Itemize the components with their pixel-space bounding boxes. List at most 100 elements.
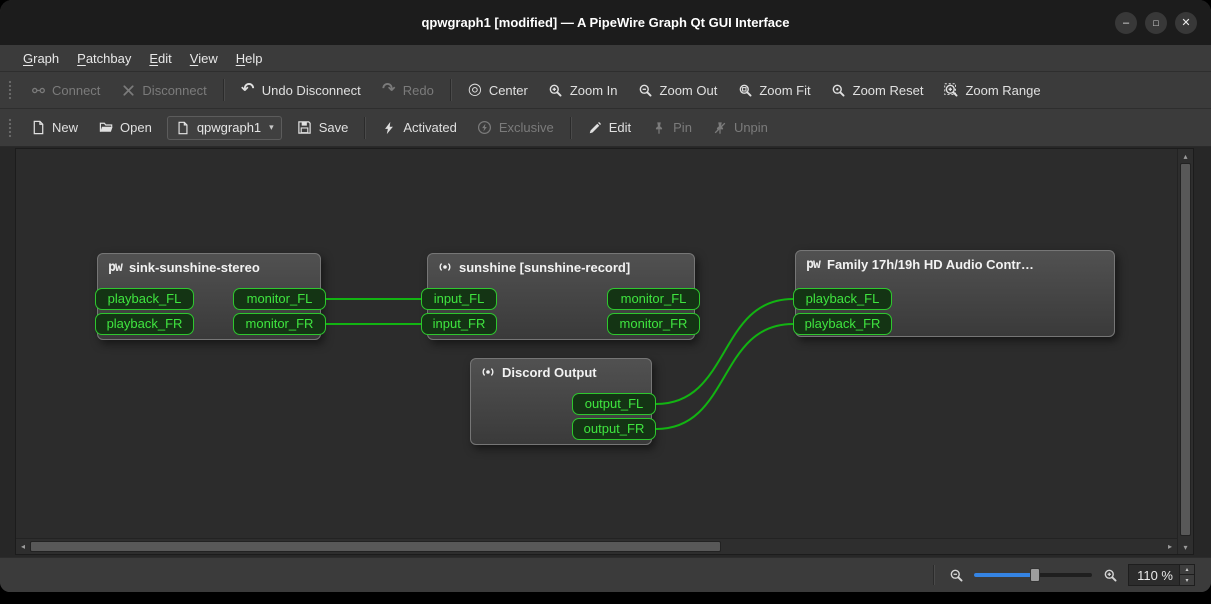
zoom-in-icon: [548, 82, 564, 98]
patchbay-file-icon: [175, 120, 191, 136]
zoom-reset-button[interactable]: Zoom Reset: [822, 77, 933, 103]
zoom-in-icon[interactable]: [1102, 567, 1118, 583]
toolbar-separator: [449, 79, 451, 101]
vertical-scrollbar-track[interactable]: [1178, 163, 1193, 540]
maximize-button[interactable]: □: [1145, 11, 1167, 34]
port-playback-fr[interactable]: playback_FR: [95, 313, 194, 335]
close-button[interactable]: ✕: [1175, 11, 1197, 34]
edit-icon: [587, 120, 603, 136]
toolbar-button-label: Exclusive: [498, 120, 554, 135]
scroll-down-arrow-icon[interactable]: ▾: [1178, 540, 1193, 554]
spin-arrows: ▴ ▾: [1179, 565, 1194, 585]
connect-button[interactable]: Connect: [21, 77, 109, 103]
zoom-slider-handle[interactable]: [1030, 568, 1041, 582]
zoom-in-button[interactable]: Zoom In: [539, 77, 627, 103]
toolbar-separator: [364, 116, 366, 139]
save-icon: [297, 120, 313, 136]
zoom-fit-button[interactable]: Zoom Fit: [728, 77, 819, 103]
port-monitor-fl[interactable]: monitor_FL: [607, 288, 700, 310]
exclusive-button[interactable]: Exclusive: [468, 115, 563, 141]
pin-icon: [651, 120, 667, 136]
connection-edge[interactable]: [655, 323, 794, 430]
window-controls: – □ ✕: [1115, 11, 1197, 34]
graph-canvas[interactable]: pw sink-sunshine-stereo sunshine [sunshine…: [16, 149, 1177, 538]
scroll-right-arrow-icon[interactable]: ▸: [1163, 539, 1177, 554]
disconnect-button[interactable]: Disconnect: [111, 77, 215, 103]
toolbar-drag-handle[interactable]: [8, 80, 13, 100]
port-monitor-fr[interactable]: monitor_FR: [233, 313, 326, 335]
toolbar-button-label: Zoom Out: [659, 82, 718, 98]
menu-view[interactable]: View: [181, 48, 227, 69]
new-button[interactable]: New: [21, 115, 87, 141]
save-button[interactable]: Save: [288, 115, 358, 141]
undo-icon: ↶: [241, 81, 255, 98]
title-bar[interactable]: qpwgraph1 [modified] — A PipeWire Graph …: [0, 0, 1211, 45]
file-toolbar: New Open qpwgraph1 ▾ Save Activated Exclusive E…: [0, 109, 1211, 147]
scroll-left-arrow-icon[interactable]: ◂: [16, 539, 30, 554]
port-input-fl[interactable]: input_FL: [421, 288, 497, 310]
zoom-out-button[interactable]: Zoom Out: [629, 77, 727, 103]
toolbar-drag-handle[interactable]: [8, 117, 13, 138]
unpin-button[interactable]: Unpin: [703, 115, 777, 141]
toolbar-button-label: New: [52, 120, 79, 135]
redo-icon: ↷: [382, 81, 396, 98]
menu-patchbay[interactable]: Patchbay: [68, 48, 140, 69]
canvas-area: pw sink-sunshine-stereo sunshine [sunshine…: [0, 147, 1211, 557]
center-button[interactable]: ◎ Center: [458, 77, 537, 103]
toolbar-button-label: Save: [318, 120, 349, 135]
unpin-icon: [712, 120, 728, 136]
center-icon: ◎: [467, 81, 482, 98]
port-output-fl[interactable]: output_FL: [572, 393, 656, 415]
horizontal-scrollbar-track[interactable]: [30, 539, 1163, 554]
vertical-scrollbar-thumb[interactable]: [1180, 163, 1191, 537]
vertical-scrollbar[interactable]: ▴ ▾: [1177, 149, 1193, 554]
toolbar-button-label: Undo Disconnect: [261, 82, 361, 98]
zoom-reset-icon: [831, 82, 847, 98]
port-monitor-fr[interactable]: monitor_FR: [607, 313, 700, 335]
patchbay-preset-combo[interactable]: qpwgraph1 ▾: [166, 115, 282, 140]
toolbar-button-label: Disconnect: [142, 82, 207, 98]
spin-down-button[interactable]: ▾: [1180, 575, 1194, 585]
toolbar-button-label: Zoom In: [569, 82, 618, 98]
port-output-fr[interactable]: output_FR: [572, 418, 656, 440]
zoom-range-button[interactable]: Zoom Range: [934, 77, 1049, 103]
toolbar-button-label: Center: [488, 82, 528, 98]
edit-button[interactable]: Edit: [578, 115, 640, 141]
port-playback-fl[interactable]: playback_FL: [95, 288, 194, 310]
minimize-button[interactable]: –: [1115, 11, 1137, 34]
undo-disconnect-button[interactable]: ↶ Undo Disconnect: [231, 77, 370, 103]
zoom-slider-fill: [974, 573, 1036, 577]
menu-edit[interactable]: Edit: [140, 48, 180, 69]
activated-button[interactable]: Activated: [372, 115, 465, 141]
zoom-value: 110 %: [1137, 567, 1173, 583]
toolbar-separator: [569, 116, 571, 139]
redo-button[interactable]: ↷ Redo: [372, 77, 443, 103]
disconnect-icon: [120, 82, 136, 98]
open-button[interactable]: Open: [89, 115, 161, 141]
toolbar-button-label: Edit: [608, 120, 632, 135]
graph-toolbar: Connect Disconnect ↶ Undo Disconnect ↷ Redo ◎ C…: [0, 72, 1211, 109]
zoom-out-icon[interactable]: [948, 567, 964, 583]
zoom-slider[interactable]: [974, 566, 1092, 584]
port-playback-fr[interactable]: playback_FR: [793, 313, 892, 335]
scroll-up-arrow-icon[interactable]: ▴: [1178, 149, 1193, 163]
connections-layer: [325, 297, 794, 430]
zoom-spinbox[interactable]: 110 % ▴ ▾: [1128, 564, 1195, 586]
statusbar-separator: [933, 565, 934, 585]
status-bar: 110 % ▴ ▾: [0, 557, 1211, 592]
horizontal-scrollbar[interactable]: ◂ ▸: [16, 538, 1177, 554]
zoom-fit-icon: [737, 82, 753, 98]
port-input-fr[interactable]: input_FR: [421, 313, 497, 335]
horizontal-scrollbar-thumb[interactable]: [30, 541, 722, 552]
zoom-controls: 110 % ▴ ▾: [948, 564, 1195, 586]
toolbar-button-label: Zoom Range: [965, 82, 1041, 98]
toolbar-button-label: Zoom Fit: [759, 82, 811, 98]
port-monitor-fl[interactable]: monitor_FL: [233, 288, 326, 310]
pin-button[interactable]: Pin: [642, 115, 701, 141]
menu-graph[interactable]: Graph: [14, 48, 68, 69]
menu-help[interactable]: Help: [227, 48, 272, 69]
toolbar-button-label: Redo: [402, 82, 434, 98]
spin-up-button[interactable]: ▴: [1180, 565, 1194, 575]
port-playback-fl[interactable]: playback_FL: [793, 288, 892, 310]
toolbar-button-label: Open: [120, 120, 152, 135]
